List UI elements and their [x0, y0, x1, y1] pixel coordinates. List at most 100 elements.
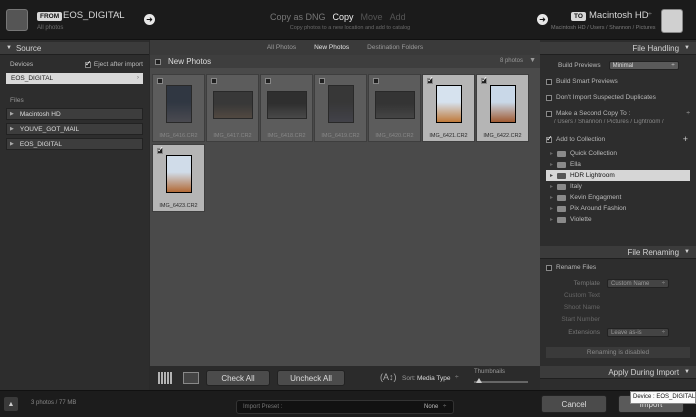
uncheck-all-button[interactable]: Uncheck All	[277, 370, 345, 386]
copy-as-dng-mode[interactable]: Copy as DNG	[270, 12, 326, 22]
collection-item[interactable]: ▸ Ella	[540, 159, 696, 170]
file-handling-header[interactable]: File Handling ▼	[540, 42, 696, 55]
build-previews-select[interactable]: Minimal ÷	[608, 61, 679, 70]
photo-thumbnail-cell[interactable]: IMG_6416.CR2	[152, 74, 205, 142]
source-panel-header[interactable]: ▼ Source	[0, 42, 149, 55]
grid-title: New Photos	[168, 57, 212, 66]
view-tabs: All Photos New Photos Destination Folder…	[150, 40, 540, 55]
collection-item[interactable]: ▸ Pix Around Fashion	[540, 203, 696, 214]
photo-thumbnail-cell[interactable]: IMG_6423.CR2	[152, 144, 205, 212]
triangle-down-icon: ▼	[684, 249, 690, 255]
source-panel: ▼ Source Devices Eject after import EOS_…	[0, 40, 149, 390]
tab-new-photos[interactable]: New Photos	[310, 42, 353, 53]
device-tooltip: Device : EOS_DIGITAL	[630, 391, 696, 404]
second-copy-checkbox[interactable]	[546, 110, 552, 117]
triangle-right-icon[interactable]: ▸	[550, 194, 553, 201]
collection-label: HDR Lightroom	[570, 172, 615, 179]
photo-filename: IMG_6422.CR2	[483, 133, 522, 139]
photo-thumbnail-cell[interactable]: IMG_6422.CR2	[476, 74, 529, 142]
template-select[interactable]: Custom Name ÷	[607, 279, 669, 288]
arrow-right-icon: ➜	[537, 14, 548, 25]
no-duplicates-checkbox[interactable]	[546, 94, 552, 101]
template-label: Template	[573, 280, 600, 287]
loupe-view-icon[interactable]	[183, 372, 199, 384]
photo-checkbox[interactable]	[157, 78, 163, 84]
file-renaming-header[interactable]: File Renaming ▼	[540, 246, 696, 259]
device-item-selected[interactable]: EOS_DIGITAL ›	[6, 73, 143, 84]
move-mode[interactable]: Move	[361, 12, 383, 22]
apply-during-import-header[interactable]: Apply During Import ▼	[540, 366, 696, 379]
sort-select[interactable]: Media Type	[417, 375, 450, 382]
triangle-right-icon[interactable]: ▸	[550, 172, 553, 179]
photo-thumbnail-cell[interactable]: IMG_6420.CR2	[368, 74, 421, 142]
grid-toolbar: Check All Uncheck All (A↕) Sort: Media T…	[150, 366, 540, 390]
triangle-right-icon[interactable]: ▶	[10, 111, 14, 117]
rename-files-checkbox[interactable]	[546, 264, 552, 271]
check-all-button[interactable]: Check All	[206, 370, 270, 386]
collection-item[interactable]: ▸ Quick Collection	[540, 148, 696, 159]
rename-files-label: Rename Files	[556, 264, 597, 271]
apply-during-import-title: Apply During Import	[608, 367, 680, 377]
triangle-right-icon[interactable]: ▶	[10, 126, 14, 132]
eject-checkbox[interactable]	[84, 59, 92, 68]
collection-item[interactable]: ▸ Violette	[540, 214, 696, 225]
chevron-down-icon[interactable]: ÷	[686, 110, 690, 117]
tab-all-photos[interactable]: All Photos	[263, 42, 300, 53]
photo-thumbnail-cell[interactable]: IMG_6418.CR2	[260, 74, 313, 142]
source-name[interactable]: EOS_DIGITAL	[63, 10, 125, 21]
smart-previews-checkbox[interactable]	[546, 78, 552, 85]
triangle-right-icon[interactable]: ▸	[550, 205, 553, 212]
cancel-button[interactable]: Cancel	[541, 395, 607, 413]
grid-view-icon[interactable]	[158, 372, 172, 384]
file-source-item[interactable]: ▶ Macintosh HD	[6, 108, 143, 120]
chevron-down-icon[interactable]: ÷	[648, 11, 652, 18]
photo-grid: IMG_6416.CR2 IMG_6417.CR2 IMG_6418.CR2 IMG_…	[150, 68, 540, 366]
sort-direction-icon[interactable]: (A↕)	[380, 372, 397, 382]
triangle-right-icon[interactable]: ▸	[550, 183, 553, 190]
select-all-checkbox[interactable]	[155, 58, 161, 65]
file-handling-title: File Handling	[632, 43, 680, 53]
collection-item[interactable]: ▸ Kevin Engagment	[540, 192, 696, 203]
collection-label: Pix Around Fashion	[570, 205, 627, 212]
import-mode-bar: Copy as DNG Copy Move Add	[270, 12, 430, 22]
copy-mode[interactable]: Copy	[333, 12, 354, 22]
photo-checkbox[interactable]	[373, 78, 379, 84]
collapse-button[interactable]: ▲	[4, 397, 18, 411]
file-source-item[interactable]: ▶ EOS_DIGITAL	[6, 138, 143, 150]
triangle-right-icon[interactable]: ▶	[10, 141, 14, 147]
photo-checkbox[interactable]	[265, 78, 271, 84]
chevron-down-icon[interactable]: ÷	[117, 11, 121, 18]
second-copy-path[interactable]: / Users / Shannon / Pictures / Lightroom…	[540, 119, 696, 125]
photo-checkbox[interactable]	[157, 145, 164, 154]
add-to-collection-checkbox[interactable]	[546, 134, 553, 143]
triangle-right-icon[interactable]: ▸	[550, 150, 553, 157]
photo-checkbox[interactable]	[481, 75, 488, 84]
photo-checkbox[interactable]	[427, 75, 434, 84]
file-source-item[interactable]: ▶ YOUVE_GOT_MAIL	[6, 123, 143, 135]
destination-name[interactable]: Macintosh HD	[589, 10, 649, 21]
build-previews-value: Minimal	[612, 62, 634, 69]
extensions-select[interactable]: Leave as-is ÷	[607, 328, 669, 337]
photo-thumbnail-cell[interactable]: IMG_6417.CR2	[206, 74, 259, 142]
photo-checkbox[interactable]	[211, 78, 217, 84]
mode-description: Copy photos to a new location and add to…	[289, 25, 411, 31]
collection-item[interactable]: ▸ HDR Lightroom	[546, 170, 690, 181]
triangle-down-icon[interactable]: ▼	[529, 57, 536, 64]
chevron-down-icon: ÷	[661, 329, 665, 336]
plus-icon[interactable]: +	[683, 134, 688, 144]
thumbnail-size-slider[interactable]	[474, 378, 528, 383]
extensions-value: Leave as-is	[611, 329, 642, 336]
add-mode[interactable]: Add	[390, 12, 406, 22]
chevron-down-icon[interactable]: ÷	[455, 374, 459, 381]
photo-thumbnail-cell[interactable]: IMG_6421.CR2	[422, 74, 475, 142]
import-preset-bar[interactable]: Import Preset : None ÷	[236, 400, 454, 414]
collection-item[interactable]: ▸ Italy	[540, 181, 696, 192]
triangle-right-icon[interactable]: ▸	[550, 161, 553, 168]
no-duplicates-label: Don't Import Suspected Duplicates	[556, 94, 656, 101]
triangle-down-icon: ▼	[6, 45, 12, 51]
tab-destination-folders[interactable]: Destination Folders	[363, 42, 427, 53]
photo-checkbox[interactable]	[319, 78, 325, 84]
slider-thumb[interactable]	[476, 378, 482, 383]
photo-thumbnail-cell[interactable]: IMG_6419.CR2	[314, 74, 367, 142]
triangle-right-icon[interactable]: ▸	[550, 216, 553, 223]
